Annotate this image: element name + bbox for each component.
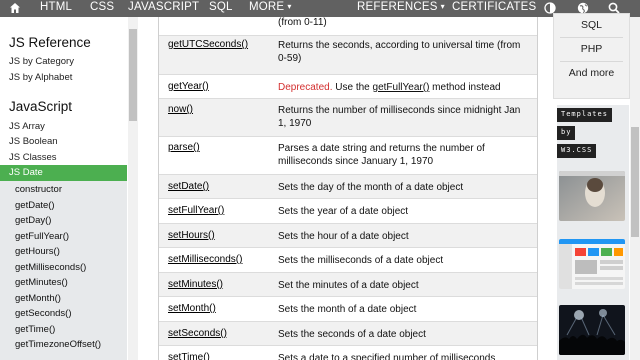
method-description: Sets the seconds of a date object [278, 328, 426, 340]
method-description: Set the minutes of a date object [278, 279, 419, 291]
page-scrollbar-thumb[interactable] [631, 127, 639, 237]
home-icon[interactable] [9, 2, 21, 14]
method-link[interactable]: setMilliseconds() [168, 254, 242, 265]
sidebar-item-js-boolean[interactable]: JS Boolean [9, 136, 58, 147]
sidebar-item-js-by-category[interactable]: JS by Category [9, 56, 74, 67]
method-link[interactable]: setDate() [168, 181, 209, 192]
method-description: Parses a date string and returns the num… [278, 143, 485, 167]
method-link[interactable]: setTime() [168, 352, 210, 360]
table-row: now() Returns the number of milliseconds… [159, 99, 537, 137]
page-scrollbar[interactable] [630, 17, 640, 360]
sidebar-subitem-getminutes[interactable]: getMinutes() [15, 277, 68, 288]
method-link[interactable]: setMinutes() [168, 279, 223, 290]
method-description: (from 0-11) [278, 17, 327, 28]
top-navigation-bar: HTML CSS JAVASCRIPT SQL MORE ▾ REFERENCES… [0, 0, 640, 17]
right-menu-php[interactable]: PHP [554, 43, 629, 55]
template-thumbnail-1[interactable] [559, 171, 625, 221]
getfullyear-link[interactable]: getFullYear() [373, 82, 430, 93]
sidebar-heading-javascript: JavaScript [9, 99, 73, 114]
advertisement[interactable]: Templates by W3.CSS [557, 105, 629, 360]
chevron-down-icon: ▾ [287, 2, 292, 11]
sidebar-subitem-gethours[interactable]: getHours() [15, 246, 60, 257]
template-thumbnail-3[interactable] [559, 305, 625, 355]
table-row: setFullYear() Sets the year of a date ob… [159, 199, 537, 224]
method-description: Sets the month of a date object [278, 304, 417, 315]
nav-references-label: REFERENCES [357, 1, 438, 13]
reference-table: (from 0-11) getUTCSeconds() Returns the … [158, 17, 538, 360]
left-sidebar: JS Reference JS by Category JS by Alphab… [0, 17, 128, 360]
nav-html[interactable]: HTML [40, 1, 72, 13]
sidebar-item-label: JS Date [9, 167, 43, 178]
method-description: Returns the number of milliseconds since… [278, 105, 521, 129]
nav-more-label: MORE [249, 1, 285, 13]
nav-more[interactable]: MORE ▾ [249, 1, 292, 13]
sidebar-item-js-by-alphabet[interactable]: JS by Alphabet [9, 72, 72, 83]
ad-tag-by: by [557, 126, 576, 140]
nav-css[interactable]: CSS [90, 1, 114, 13]
right-menu-sql[interactable]: SQL [554, 19, 629, 31]
table-row: getUTCSeconds() Returns the seconds, acc… [159, 36, 537, 75]
method-link[interactable]: getYear() [168, 81, 209, 92]
nav-certificates[interactable]: CERTIFICATES [452, 1, 536, 13]
sidebar-subitem-getfullyear[interactable]: getFullYear() [15, 231, 69, 242]
divider [560, 37, 623, 38]
sidebar-submenu: constructor getDate() getDay() getFullYe… [0, 181, 127, 360]
sidebar-heading-js-reference: JS Reference [9, 35, 91, 50]
table-row: setMilliseconds() Sets the milliseconds … [159, 248, 537, 273]
description-text: method instead [429, 82, 501, 93]
right-menu-and-more[interactable]: And more [554, 67, 629, 79]
main-content: (from 0-11) getUTCSeconds() Returns the … [138, 17, 540, 360]
table-row: setSeconds() Sets the seconds of a date … [159, 321, 537, 346]
method-link[interactable]: setSeconds() [168, 328, 227, 339]
method-description: Sets the year of a date object [278, 206, 409, 217]
method-link[interactable]: setFullYear() [168, 205, 224, 216]
nav-references[interactable]: REFERENCES ▾ [357, 1, 445, 13]
sidebar-subitem-getmilliseconds[interactable]: getMilliseconds() [15, 262, 86, 273]
method-link[interactable]: getUTCSeconds() [168, 39, 248, 50]
sidebar-subitem-getseconds[interactable]: getSeconds() [15, 308, 72, 319]
table-row: setTime() Sets a date to a specified num… [159, 346, 537, 360]
sidebar-subitem-gettime[interactable]: getTime() [15, 324, 55, 335]
method-description: Sets the day of the month of a date obje… [278, 182, 464, 193]
method-link[interactable]: setMonth() [168, 303, 216, 314]
sidebar-subitem-gettimezoneoffset[interactable]: getTimezoneOffset() [15, 339, 101, 350]
sidebar-item-js-date[interactable]: JS Date [0, 165, 127, 181]
deprecated-label: Deprecated. [278, 82, 333, 93]
method-description: Sets the hour of a date object [278, 230, 409, 242]
nav-javascript[interactable]: JAVASCRIPT [128, 1, 199, 13]
sidebar-scrollbar[interactable] [128, 17, 138, 360]
table-row: getYear() Deprecated. Use the getFullYea… [159, 75, 537, 99]
sidebar-item-js-classes[interactable]: JS Classes [9, 152, 57, 163]
table-row: parse() Parses a date string and returns… [159, 137, 537, 175]
template-thumbnail-2[interactable] [559, 239, 625, 289]
right-column: SQL PHP And more Templates by W3.CSS [553, 13, 630, 360]
method-description: Sets a date to a specified number of mil… [278, 353, 496, 360]
method-description: Deprecated. Use the getFullYear() method… [278, 81, 530, 94]
nav-sql[interactable]: SQL [209, 1, 233, 13]
sidebar-subitem-getmonth[interactable]: getMonth() [15, 293, 61, 304]
sidebar-item-js-array[interactable]: JS Array [9, 121, 45, 132]
sidebar-subitem-getday[interactable]: getDay() [15, 215, 51, 226]
sidebar-subitem-getdate[interactable]: getDate() [15, 200, 55, 211]
method-description: Returns the seconds, according to univer… [278, 40, 521, 64]
method-description: Sets the milliseconds of a date object [278, 255, 444, 266]
right-menu: SQL PHP And more [553, 13, 630, 99]
table-row: setDate() Sets the day of the month of a… [159, 175, 537, 199]
method-link[interactable]: setHours() [168, 230, 215, 241]
divider [560, 61, 623, 62]
table-row: setMinutes() Set the minutes of a date o… [159, 272, 537, 297]
sidebar-subitem-constructor[interactable]: constructor [15, 184, 62, 195]
method-link[interactable]: parse() [168, 142, 200, 153]
table-row: setMonth() Sets the month of a date obje… [159, 297, 537, 322]
ad-tag-w3css: W3.CSS [557, 144, 597, 158]
description-text: Use the [332, 82, 373, 93]
table-row: setHours() Sets the hour of a date objec… [159, 223, 537, 248]
sidebar-scrollbar-thumb[interactable] [129, 29, 137, 121]
ad-tag-templates: Templates [557, 108, 612, 122]
chevron-down-icon: ▾ [440, 2, 445, 11]
method-link[interactable]: now() [168, 104, 193, 115]
table-row: (from 0-11) [159, 17, 537, 36]
